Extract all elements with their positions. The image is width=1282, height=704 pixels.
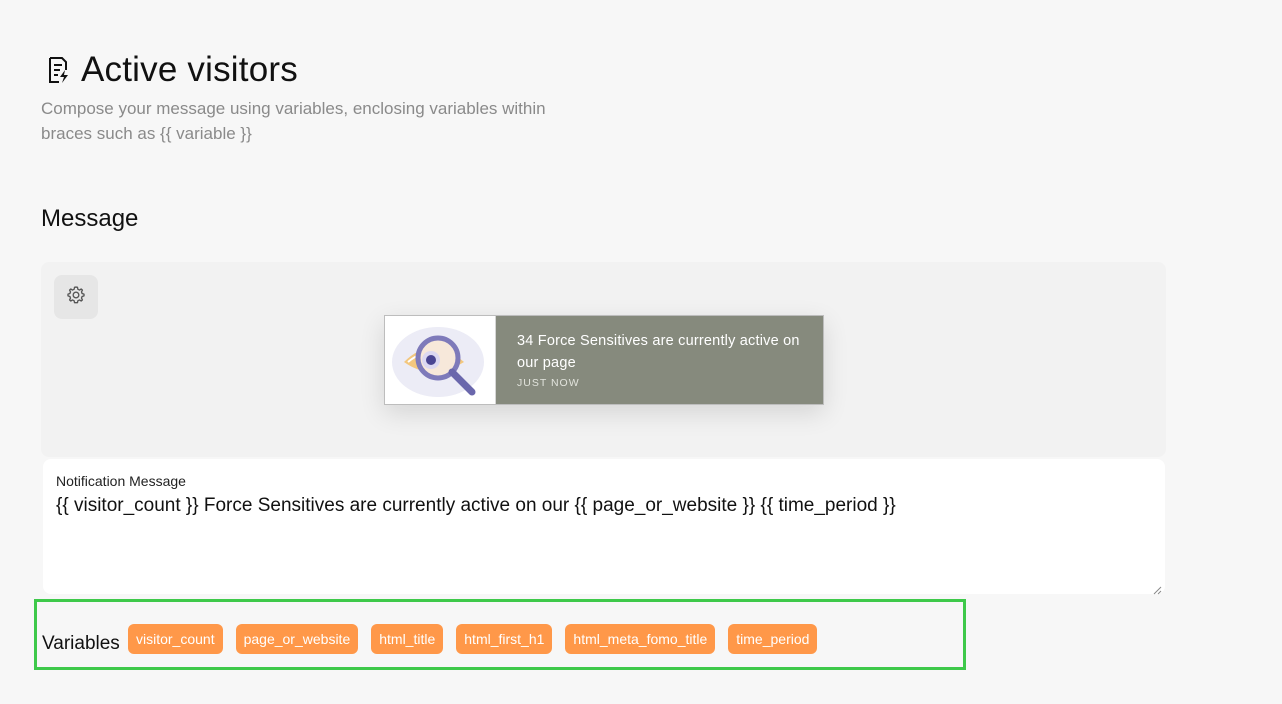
resize-handle-icon[interactable] [1153, 582, 1162, 595]
variable-chip-visitor-count[interactable]: visitor_count [128, 624, 223, 654]
variables-panel: Variables visitor_count page_or_website … [34, 599, 966, 670]
eye-magnifier-icon [385, 316, 496, 404]
notification-preview-area: 34 Force Sensitives are currently active… [41, 262, 1166, 457]
settings-button[interactable] [54, 275, 98, 319]
gear-icon [66, 285, 86, 310]
variable-chip-html-first-h1[interactable]: html_first_h1 [456, 624, 553, 654]
notification-message-box: Notification Message {{ visitor_count }}… [43, 459, 1165, 595]
variable-chip-html-title[interactable]: html_title [371, 624, 444, 654]
variable-chip-page-or-website[interactable]: page_or_website [235, 624, 359, 654]
notification-preview-body: 34 Force Sensitives are currently active… [496, 316, 823, 404]
variable-chips: visitor_count page_or_website html_title… [128, 624, 818, 654]
preview-time: JUST NOW [517, 377, 580, 389]
preview-message: 34 Force Sensitives are currently active… [517, 333, 800, 371]
page-subtitle: Compose your message using variables, en… [41, 99, 546, 143]
notification-preview-card: 34 Force Sensitives are currently active… [384, 315, 824, 405]
variables-label: Variables [42, 633, 120, 654]
variable-chip-time-period[interactable]: time_period [728, 624, 818, 654]
page-header: Active visitors Compose your message usi… [41, 48, 601, 146]
title-row: Active visitors [47, 48, 601, 92]
document-edit-icon [47, 56, 71, 84]
message-section-title: Message [41, 205, 139, 232]
variable-chip-html-meta-fomo-title[interactable]: html_meta_fomo_title [565, 624, 716, 654]
page-title: Active visitors [81, 50, 298, 89]
notification-message-input[interactable]: {{ visitor_count }} Force Sensitives are… [43, 459, 1163, 592]
